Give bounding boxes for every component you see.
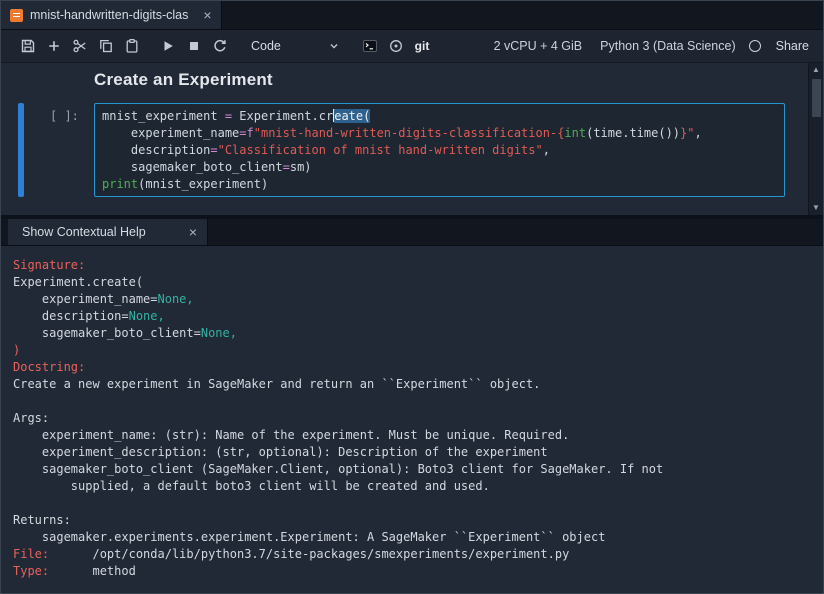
tab-close-icon[interactable]: ×: [203, 8, 211, 22]
save-icon: [20, 38, 36, 54]
help-line: supplied, a default boto3 client will be…: [13, 478, 811, 495]
copy-icon: [98, 38, 114, 54]
panel-tab-close-icon[interactable]: ×: [189, 225, 197, 239]
circle-dot-icon: [388, 38, 404, 54]
restart-icon: [212, 38, 228, 54]
help-line: Returns:: [13, 512, 811, 529]
notebook-scrollbar[interactable]: ▲ ▼: [808, 63, 823, 215]
code-line: mnist_experiment = Experiment.create(: [102, 108, 777, 125]
jupyterlab-window: mnist-handwritten-digits-clas ×: [0, 0, 824, 594]
git-button[interactable]: git: [409, 34, 435, 58]
help-line: [13, 495, 811, 512]
help-line: Experiment.create(: [13, 274, 811, 291]
cell-type-dropdown[interactable]: Code: [251, 39, 341, 53]
stop-icon: [186, 38, 202, 54]
plus-icon: [46, 38, 62, 54]
contextual-help-panel: Show Contextual Help × Signature:Experim…: [1, 219, 823, 593]
code-cell[interactable]: [ ]: mnist_experiment = Experiment.creat…: [1, 103, 823, 197]
help-line: sagemaker_boto_client=None,: [13, 325, 811, 342]
instance-resources-label: 2 vCPU + 4 GiB: [494, 39, 583, 53]
chevron-down-icon: [327, 39, 341, 53]
git-icon: git: [415, 39, 430, 53]
code-line: sagemaker_boto_client=sm): [102, 159, 777, 176]
contextual-help-tab-label: Show Contextual Help: [22, 225, 146, 239]
help-line: experiment_name: (str): Name of the expe…: [13, 427, 811, 444]
kernel-selector[interactable]: Python 3 (Data Science): [600, 39, 736, 53]
code-line: print(mnist_experiment): [102, 176, 777, 193]
paste-cells-button[interactable]: [119, 34, 145, 58]
help-line: Create a new experiment in SageMaker and…: [13, 376, 811, 393]
notebook-toolbar: Code git 2 vCPU + 4 GiB Python 3 (Data S…: [1, 30, 823, 63]
help-line: experiment_description: (str, optional):…: [13, 444, 811, 461]
markdown-heading: Create an Experiment: [94, 70, 823, 90]
cell-type-value: Code: [251, 39, 281, 53]
help-content: Signature:Experiment.create( experiment_…: [1, 246, 823, 593]
help-line: sagemaker_boto_client (SageMaker.Client,…: [13, 461, 811, 478]
notebook-content-area: Create an Experiment [ ]: mnist_experime…: [1, 63, 823, 215]
kernel-status-icon: [749, 40, 761, 52]
help-line: File: /opt/conda/lib/python3.7/site-pack…: [13, 546, 811, 563]
notebook-icon: [10, 9, 23, 22]
checkpoint-button[interactable]: [383, 34, 409, 58]
interrupt-kernel-button[interactable]: [181, 34, 207, 58]
run-cell-button[interactable]: [155, 34, 181, 58]
cut-cells-button[interactable]: [67, 34, 93, 58]
help-line: ): [13, 342, 811, 359]
help-line: sagemaker.experiments.experiment.Experim…: [13, 529, 811, 546]
scrollbar-thumb[interactable]: [812, 79, 821, 117]
share-button[interactable]: Share: [776, 39, 809, 53]
terminal-icon: [362, 38, 378, 54]
play-icon: [160, 38, 176, 54]
help-line: Docstring:: [13, 359, 811, 376]
help-line: experiment_name=None,: [13, 291, 811, 308]
notebook-tab[interactable]: mnist-handwritten-digits-clas ×: [1, 1, 222, 29]
copy-cells-button[interactable]: [93, 34, 119, 58]
terminal-button[interactable]: [357, 34, 383, 58]
document-tab-bar: mnist-handwritten-digits-clas ×: [1, 1, 823, 30]
help-line: Signature:: [13, 257, 811, 274]
contextual-help-tab[interactable]: Show Contextual Help ×: [8, 219, 208, 245]
clipboard-icon: [124, 38, 140, 54]
panel-tab-bar: Show Contextual Help ×: [1, 219, 823, 246]
cell-prompt: [ ]:: [50, 103, 86, 197]
save-button[interactable]: [15, 34, 41, 58]
insert-cell-button[interactable]: [41, 34, 67, 58]
help-line: Type: method: [13, 563, 811, 580]
scroll-up-icon[interactable]: ▲: [812, 66, 820, 74]
help-line: Args:: [13, 410, 811, 427]
code-editor[interactable]: mnist_experiment = Experiment.create( ex…: [94, 103, 785, 197]
help-line: [13, 393, 811, 410]
scissors-icon: [72, 38, 88, 54]
scroll-down-icon[interactable]: ▼: [812, 204, 820, 212]
code-line: description="Classification of mnist han…: [102, 142, 777, 159]
notebook-tab-label: mnist-handwritten-digits-clas: [30, 8, 188, 22]
code-line: experiment_name=f"mnist-hand-written-dig…: [102, 125, 777, 142]
restart-kernel-button[interactable]: [207, 34, 233, 58]
cell-collapser[interactable]: [18, 103, 24, 197]
help-line: description=None,: [13, 308, 811, 325]
